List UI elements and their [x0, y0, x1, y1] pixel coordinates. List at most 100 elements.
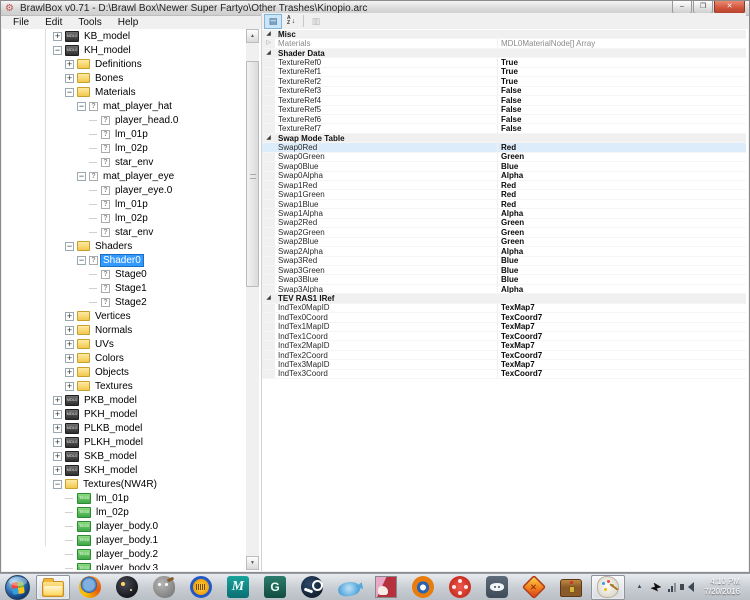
tree-item-KB_model[interactable]: +MDL0KB_model	[7, 29, 246, 43]
property-value[interactable]: Alpha	[497, 247, 746, 255]
tree-item-Colors[interactable]: +Colors	[7, 351, 246, 365]
expand-toggle-icon[interactable]: +	[65, 60, 74, 69]
volume-icon[interactable]	[683, 582, 694, 592]
tree-scrollbar[interactable]: ▲ ▼	[246, 29, 259, 570]
expand-toggle-icon[interactable]: +	[65, 354, 74, 363]
tree-item-Definitions[interactable]: +Definitions	[7, 57, 246, 71]
expand-toggle-icon[interactable]: +	[53, 32, 62, 41]
grid-row-IndTex0Coord[interactable]: IndTex0CoordTexCoord7	[262, 313, 746, 322]
property-value[interactable]: Blue	[497, 257, 746, 265]
property-value[interactable]: Alpha	[497, 285, 746, 293]
tray-app-icon[interactable]	[650, 583, 661, 592]
grid-row-Swap0Blue[interactable]: Swap0BlueBlue	[262, 162, 746, 171]
property-value[interactable]: Green	[497, 238, 746, 246]
tree-item-Bones[interactable]: +Bones	[7, 71, 246, 85]
scroll-up-icon[interactable]: ▲	[246, 29, 259, 43]
scroll-down-icon[interactable]: ▼	[246, 556, 259, 570]
expand-toggle-icon[interactable]: +	[65, 312, 74, 321]
tree-item-PLKB_model[interactable]: +MDL0PLKB_model	[7, 421, 246, 435]
grid-row-TextureRef0[interactable]: TextureRef0True	[262, 58, 746, 67]
tree-item-star_env[interactable]: ?star_env	[7, 155, 246, 169]
grid-row-TextureRef7[interactable]: TextureRef7False	[262, 124, 746, 133]
taskbar-button-dolphin[interactable]	[332, 575, 366, 600]
property-value[interactable]: False	[497, 115, 746, 123]
show-hidden-icons-button[interactable]: ▲	[631, 584, 647, 590]
taskbar-button-blender[interactable]	[406, 575, 440, 600]
tree-item-PLKH_model[interactable]: +MDL0PLKH_model	[7, 435, 246, 449]
expand-toggle-icon[interactable]: +	[53, 466, 62, 475]
categorized-button[interactable]: ▤	[264, 14, 282, 29]
grid-row-IndTex3MapID[interactable]: IndTex3MapIDTexMap7	[262, 360, 746, 369]
menu-help[interactable]: Help	[110, 16, 147, 29]
expand-toggle-icon[interactable]: +	[65, 382, 74, 391]
property-value[interactable]: Green	[497, 153, 746, 161]
expand-toggle-icon[interactable]: +	[65, 340, 74, 349]
property-value[interactable]: Alpha	[497, 209, 746, 217]
category-collapse-icon[interactable]: ◢	[262, 30, 275, 38]
tree-item-player_eye.0[interactable]: ?player_eye.0	[7, 183, 246, 197]
grid-row-Swap1Green[interactable]: Swap1GreenRed	[262, 190, 746, 199]
menu-edit[interactable]: Edit	[37, 16, 70, 29]
expand-toggle-icon[interactable]: +	[65, 74, 74, 83]
property-value[interactable]: False	[497, 106, 746, 114]
grid-row-Swap0Green[interactable]: Swap0GreenGreen	[262, 153, 746, 162]
property-value[interactable]: TexCoord7	[497, 313, 746, 321]
taskbar-button-chest[interactable]	[554, 575, 588, 600]
taskbar-button-redgear[interactable]	[443, 575, 477, 600]
network-icon[interactable]	[668, 582, 677, 592]
collapse-toggle-icon[interactable]: −	[65, 88, 74, 97]
grid-category-tev-ras1-iref[interactable]: ◢TEV RAS1 IRef	[262, 294, 746, 303]
tree-item-SKB_model[interactable]: +MDL0SKB_model	[7, 449, 246, 463]
property-value[interactable]: TexCoord7	[497, 332, 746, 340]
tree-item-lm_01p[interactable]: TEX0lm_01p	[7, 491, 246, 505]
grid-row-Swap3Green[interactable]: Swap3GreenBlue	[262, 266, 746, 275]
grid-row-Swap0Alpha[interactable]: Swap0AlphaAlpha	[262, 172, 746, 181]
tree-item-mat_player_hat[interactable]: −?mat_player_hat	[7, 99, 246, 113]
tree-item-Shader0[interactable]: −?Shader0	[7, 253, 246, 267]
tree-item-Normals[interactable]: +Normals	[7, 323, 246, 337]
taskbar-button-audacity[interactable]	[184, 575, 218, 600]
tree-item-lm_02p[interactable]: TEX0lm_02p	[7, 505, 246, 519]
grid-row-TextureRef2[interactable]: TextureRef2True	[262, 77, 746, 86]
menu-file[interactable]: File	[5, 16, 37, 29]
grid-row-Materials[interactable]: ▷MaterialsMDL0MaterialNode[] Array	[262, 39, 746, 48]
tree-item-Shaders[interactable]: −Shaders	[7, 239, 246, 253]
category-collapse-icon[interactable]: ◢	[262, 134, 275, 142]
property-value[interactable]: Blue	[497, 275, 746, 283]
scrollbar-thumb[interactable]	[246, 61, 259, 287]
grid-row-Swap2Blue[interactable]: Swap2BlueGreen	[262, 238, 746, 247]
tree-item-player_body.0[interactable]: TEX0player_body.0	[7, 519, 246, 533]
expand-toggle-icon[interactable]: +	[65, 326, 74, 335]
taskbar-button-paint[interactable]	[591, 575, 625, 600]
tree-item-mat_player_eye[interactable]: −?mat_player_eye	[7, 169, 246, 183]
taskbar-button-discord[interactable]	[480, 575, 514, 600]
taskbar-button-explorer[interactable]	[36, 575, 70, 600]
taskbar-button-maya[interactable]: M	[221, 575, 255, 600]
tree-item-player_body.2[interactable]: TEX0player_body.2	[7, 547, 246, 561]
tree-item-lm_02p[interactable]: ?lm_02p	[7, 141, 246, 155]
grid-row-IndTex2MapID[interactable]: IndTex2MapIDTexMap7	[262, 341, 746, 350]
property-value[interactable]: Alpha	[497, 172, 746, 180]
category-collapse-icon[interactable]: ◢	[262, 49, 275, 57]
property-value[interactable]: False	[497, 87, 746, 95]
tree-item-Objects[interactable]: +Objects	[7, 365, 246, 379]
expand-toggle-icon[interactable]: +	[53, 438, 62, 447]
expand-property-icon[interactable]: ▷	[266, 39, 271, 48]
property-value[interactable]: Green	[497, 228, 746, 236]
expand-toggle-icon[interactable]: +	[53, 396, 62, 405]
property-value[interactable]: Green	[497, 219, 746, 227]
tree-item-PKH_model[interactable]: +MDL0PKH_model	[7, 407, 246, 421]
tree-item-player_body.3[interactable]: TEX0player_body.3	[7, 561, 246, 570]
expand-toggle-icon[interactable]: +	[53, 424, 62, 433]
collapse-toggle-icon[interactable]: −	[53, 480, 62, 489]
grid-row-TextureRef1[interactable]: TextureRef1True	[262, 68, 746, 77]
expand-toggle-icon[interactable]: +	[53, 452, 62, 461]
grid-row-TextureRef3[interactable]: TextureRef3False	[262, 87, 746, 96]
property-value[interactable]: Red	[497, 190, 746, 198]
collapse-toggle-icon[interactable]: −	[65, 242, 74, 251]
grid-row-Swap3Alpha[interactable]: Swap3AlphaAlpha	[262, 285, 746, 294]
tree-item-lm_01p[interactable]: ?lm_01p	[7, 127, 246, 141]
grid-row-IndTex1Coord[interactable]: IndTex1CoordTexCoord7	[262, 332, 746, 341]
tree-item-Textures(NW4R)[interactable]: −Textures(NW4R)	[7, 477, 246, 491]
start-button[interactable]	[5, 575, 30, 600]
